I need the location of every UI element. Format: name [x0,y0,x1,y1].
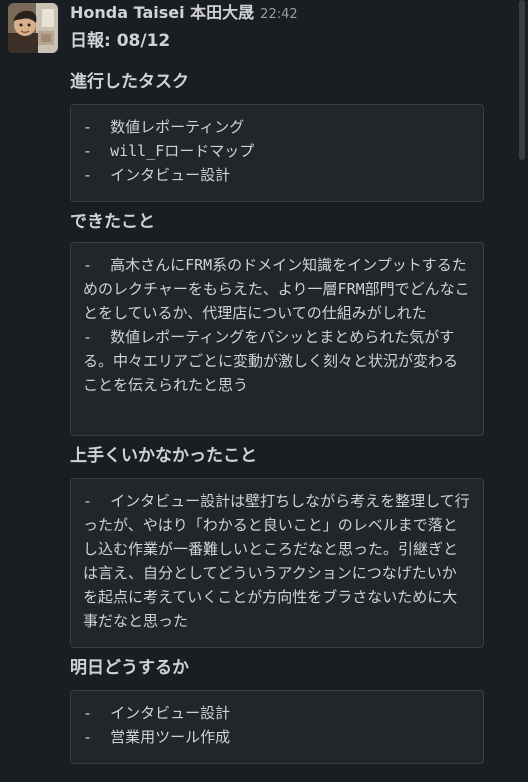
message-title: 日報: 08/12 [70,31,171,51]
avatar-photo-icon [8,3,58,53]
scrollbar-thumb[interactable] [519,0,525,160]
section-heading-achievements: できたこと [70,212,155,232]
chat-message: Honda Taisei 本田大晟 22:42 日報: 08/12 進行したタスク… [0,0,528,782]
section-heading-progress: 進行したタスク [70,72,189,92]
section-heading-difficulties: 上手くいかなかったこと [70,446,257,466]
code-block-difficulties: - インタビュー設計は壁打ちしながら考えを整理して行ったが、やはり「わかると良い… [70,478,484,648]
avatar[interactable] [8,3,58,53]
code-block-achievements: - 高木さんにFRM系のドメイン知識をインプットするためのレクチャーをもらえた、… [70,242,484,436]
message-timestamp[interactable]: 22:42 [260,7,297,22]
section-heading-tomorrow: 明日どうするか [70,658,189,678]
message-header: Honda Taisei 本田大晟 22:42 [70,1,298,25]
code-block-progress: - 数値レポーティング - will_Fロードマップ - インタビュー設計 [70,104,484,202]
sender-name[interactable]: Honda Taisei 本田大晟 [70,3,254,22]
code-block-tomorrow: - インタビュー設計 - 営業用ツール作成 [70,690,484,764]
scrollbar[interactable] [516,0,528,782]
